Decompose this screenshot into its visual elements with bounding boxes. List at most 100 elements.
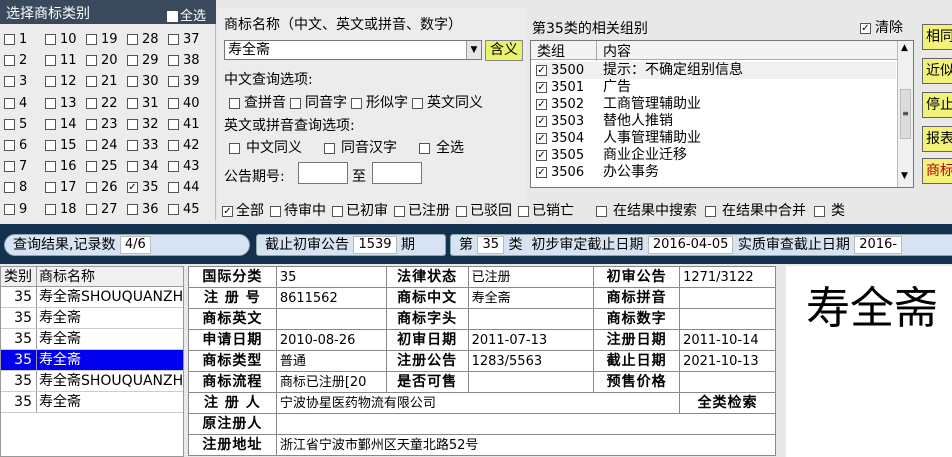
category-checkbox[interactable]: [86, 118, 97, 130]
en-option[interactable]: 全选: [419, 140, 464, 156]
category-checkbox[interactable]: [86, 140, 97, 151]
category-26[interactable]: 26: [86, 178, 118, 198]
filter-option[interactable]: 已注册: [394, 203, 450, 219]
category-16[interactable]: 16: [45, 157, 77, 177]
category-41[interactable]: 41: [168, 115, 200, 135]
category-18[interactable]: 18: [45, 200, 77, 220]
category-checkbox[interactable]: [127, 140, 138, 151]
cn-option[interactable]: 形似字: [351, 95, 408, 111]
category-checkbox[interactable]: [4, 97, 15, 109]
clear-checkbox[interactable]: [860, 22, 871, 34]
all-class-search-button[interactable]: 全类检索: [679, 392, 776, 414]
scroll-up-icon[interactable]: ▲: [901, 43, 908, 53]
category-8[interactable]: 8: [4, 178, 27, 198]
category-checkbox[interactable]: [45, 55, 56, 67]
category-checkbox[interactable]: [168, 55, 179, 67]
category-checkbox[interactable]: [45, 161, 56, 173]
result-row[interactable]: 35 寿全斋: [1, 392, 183, 413]
category-checkbox[interactable]: [4, 55, 15, 67]
chevron-down-icon[interactable]: ▼: [466, 41, 481, 59]
filter-checkbox[interactable]: [270, 205, 281, 217]
category-checkbox[interactable]: [4, 203, 15, 215]
category-25[interactable]: 25: [86, 157, 118, 177]
category-33[interactable]: 33: [127, 136, 159, 156]
en-option-checkbox[interactable]: [419, 142, 430, 154]
select-all-categories[interactable]: 全选: [167, 5, 206, 24]
category-34[interactable]: 34: [127, 157, 159, 177]
category-checkbox[interactable]: [168, 118, 179, 130]
category-checkbox[interactable]: [168, 140, 179, 151]
en-option-checkbox[interactable]: [324, 142, 335, 154]
category-36[interactable]: 36: [127, 200, 159, 220]
category-checkbox[interactable]: [86, 97, 97, 109]
cn-option[interactable]: 同音字: [290, 95, 347, 111]
extra-filter-option[interactable]: 在结果中合并: [705, 203, 806, 219]
group-row[interactable]: 3500 提示：不确定组别信息: [536, 62, 896, 79]
category-checkbox[interactable]: [4, 76, 15, 88]
category-checkbox[interactable]: [86, 203, 97, 215]
filter-checkbox[interactable]: [456, 205, 467, 217]
extra-filter-checkbox[interactable]: [814, 205, 825, 217]
trademark-name-input[interactable]: 寿全斋: [224, 40, 482, 60]
cn-option[interactable]: 查拼音: [229, 95, 286, 111]
result-row[interactable]: 35 寿全斋SHOUQUANZHAI: [1, 287, 183, 308]
category-11[interactable]: 11: [45, 51, 77, 71]
category-checkbox[interactable]: [4, 140, 15, 151]
category-checkbox[interactable]: [45, 118, 56, 130]
category-checkbox[interactable]: [86, 34, 97, 45]
category-7[interactable]: 7: [4, 157, 27, 177]
result-row[interactable]: 35 寿全斋: [1, 308, 183, 329]
clear-groups[interactable]: 清除: [860, 17, 903, 37]
group-checkbox[interactable]: [536, 64, 547, 76]
category-5[interactable]: 5: [4, 115, 27, 135]
category-checkbox[interactable]: [127, 203, 138, 215]
category-4[interactable]: 4: [4, 94, 27, 114]
category-27[interactable]: 27: [86, 200, 118, 220]
category-checkbox[interactable]: [168, 182, 179, 194]
category-3[interactable]: 3: [4, 72, 27, 92]
category-checkbox[interactable]: [127, 97, 138, 109]
gazette-from-input[interactable]: [298, 162, 348, 184]
category-checkbox[interactable]: [168, 34, 179, 45]
category-17[interactable]: 17: [45, 178, 77, 198]
category-checkbox[interactable]: [86, 55, 97, 67]
category-checkbox[interactable]: [86, 76, 97, 88]
en-option-checkbox[interactable]: [229, 142, 240, 154]
en-option[interactable]: 同音汉字: [324, 140, 397, 156]
category-40[interactable]: 40: [168, 94, 200, 114]
en-option[interactable]: 中文同义: [229, 140, 302, 156]
category-checkbox[interactable]: [45, 97, 56, 109]
filter-checkbox[interactable]: [332, 205, 343, 217]
category-28[interactable]: 28: [127, 30, 159, 50]
side-button-1[interactable]: 近似: [922, 58, 952, 84]
side-button-2[interactable]: 停止: [922, 92, 952, 118]
category-checkbox[interactable]: [4, 34, 15, 45]
category-24[interactable]: 24: [86, 136, 118, 156]
category-35[interactable]: 35: [127, 178, 159, 198]
category-22[interactable]: 22: [86, 94, 118, 114]
category-checkbox[interactable]: [4, 161, 15, 173]
select-all-checkbox[interactable]: [167, 11, 178, 22]
category-checkbox[interactable]: [127, 161, 138, 173]
filter-option[interactable]: 已销亡: [518, 203, 574, 219]
filter-checkbox[interactable]: [518, 205, 529, 217]
category-checkbox[interactable]: [86, 182, 97, 194]
group-checkbox[interactable]: [536, 166, 547, 178]
group-row[interactable]: 3502 工商管理辅助业: [536, 96, 896, 113]
category-37[interactable]: 37: [168, 30, 200, 50]
side-button-0[interactable]: 相同: [922, 24, 952, 50]
category-12[interactable]: 12: [45, 72, 77, 92]
group-row[interactable]: 3501 广告: [536, 79, 896, 96]
category-checkbox[interactable]: [168, 76, 179, 88]
cn-option-checkbox[interactable]: [351, 97, 362, 109]
category-checkbox[interactable]: [168, 97, 179, 109]
filter-checkbox[interactable]: [222, 205, 233, 217]
category-checkbox[interactable]: [4, 118, 15, 130]
category-29[interactable]: 29: [127, 51, 159, 71]
group-row[interactable]: 3504 人事管理辅助业: [536, 130, 896, 147]
category-32[interactable]: 32: [127, 115, 159, 135]
category-checkbox[interactable]: [45, 140, 56, 151]
group-checkbox[interactable]: [536, 98, 547, 110]
category-6[interactable]: 6: [4, 136, 27, 156]
extra-filter-checkbox[interactable]: [596, 205, 607, 217]
